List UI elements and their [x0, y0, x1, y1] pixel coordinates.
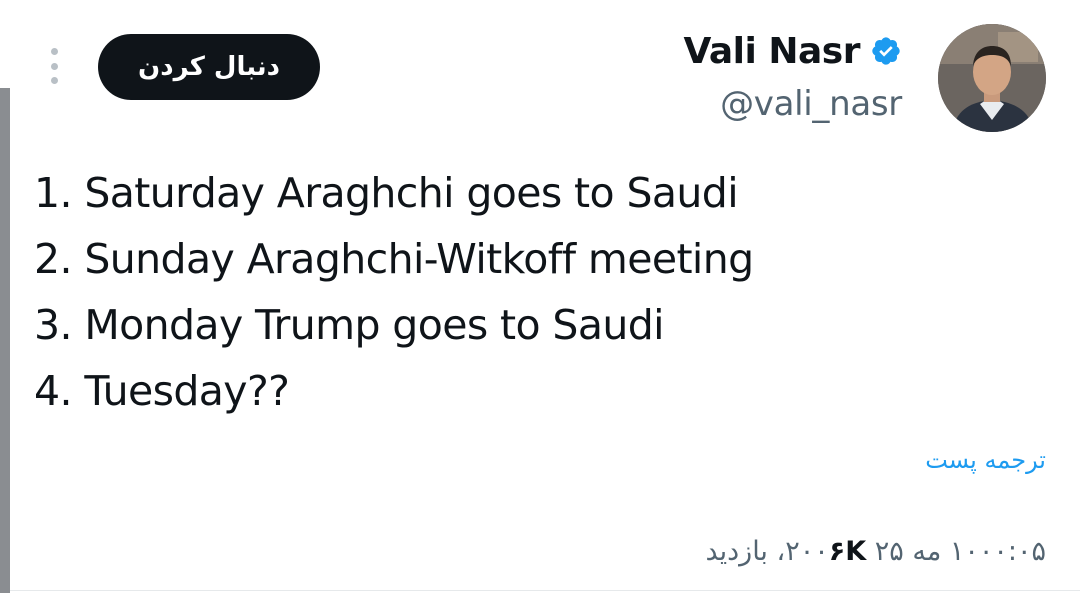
tweet-meta: ۱۰۰۰:۰۵ مه ۲۵ ۲۰۰۶K ، بازدید: [705, 536, 1046, 567]
divider: [10, 590, 1080, 591]
author-name-row: Vali Nasr: [683, 26, 902, 76]
tweet-line: 2. Sunday Araghchi-Witkoff meeting: [34, 235, 754, 283]
more-vertical-icon: [50, 77, 58, 84]
more-options-button[interactable]: [40, 44, 68, 88]
tweet-line: 3. Monday Trump goes to Saudi: [34, 301, 665, 349]
more-vertical-icon: [50, 48, 58, 55]
author-info: Vali Nasr @vali_nasr: [683, 26, 902, 125]
more-vertical-icon: [50, 62, 58, 70]
author-handle[interactable]: @vali_nasr: [683, 84, 902, 124]
views-label: ، بازدید: [705, 536, 786, 567]
verified-badge-icon: [872, 37, 900, 65]
avatar-image: [938, 24, 1046, 132]
avatar[interactable]: [938, 24, 1046, 132]
left-edge-bar: [0, 88, 10, 593]
author-display-name[interactable]: Vali Nasr: [683, 31, 860, 72]
follow-button[interactable]: دنبال کردن: [98, 34, 320, 100]
views-count: ۶K: [828, 536, 867, 567]
tweet-line: 1. Saturday Araghchi goes to Saudi: [34, 169, 739, 217]
translate-post-link[interactable]: ترجمه پست: [925, 446, 1046, 474]
tweet-timestamp[interactable]: ۱۰۰۰:۰۵ مه ۲۵ ۲۰۰: [785, 536, 1046, 567]
tweet-body: 1. Saturday Araghchi goes to Saudi 2. Su…: [34, 160, 754, 424]
tweet-line: 4. Tuesday??: [34, 367, 290, 415]
